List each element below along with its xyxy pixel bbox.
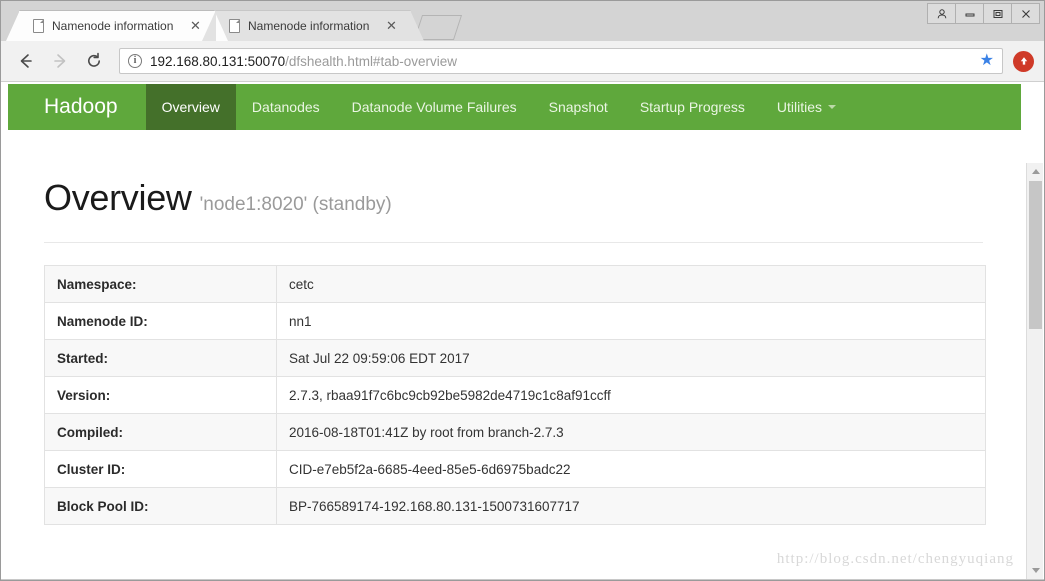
page-content: Hadoop Overview Datanodes Datanode Volum…: [8, 82, 1021, 580]
close-icon[interactable]: ✕: [383, 18, 399, 34]
nav-label: Datanodes: [251, 99, 320, 115]
table-cell-key: Namespace:: [44, 265, 277, 303]
table-cell-key: Started:: [44, 339, 277, 377]
browser-tab-1[interactable]: Namenode information ✕: [6, 10, 228, 41]
tab-strip: Namenode information ✕ Namenode informat…: [1, 1, 1044, 41]
table-row: Block Pool ID: BP-766589174-192.168.80.1…: [44, 487, 986, 525]
nav-label: Utilities: [776, 99, 822, 115]
nav-label: Snapshot: [548, 99, 608, 115]
window-bottom-edge: [1, 579, 1044, 580]
scrollbar-thumb[interactable]: [1029, 181, 1042, 329]
url-path: /dfshealth.html#tab-overview: [285, 53, 457, 69]
nav-item-overview[interactable]: Overview: [145, 84, 236, 130]
browser-toolbar: i 192.168.80.131:50070/dfshealth.html#ta…: [1, 41, 1044, 82]
title-divider: [44, 242, 983, 243]
vertical-scrollbar[interactable]: [1026, 163, 1043, 579]
page-body: Overview 'node1:8020' (standby) Namespace…: [8, 130, 1021, 580]
page-title: Overview 'node1:8020' (standby): [44, 177, 985, 219]
chevron-down-icon: [828, 105, 836, 109]
table-cell-value: nn1: [276, 302, 986, 340]
scroll-down-icon[interactable]: [1027, 562, 1044, 579]
url-host: 192.168.80.131:50070: [150, 53, 286, 69]
page-icon: [33, 18, 44, 33]
reload-icon[interactable]: [81, 48, 107, 74]
table-cell-key: Cluster ID:: [44, 450, 277, 488]
table-row: Cluster ID: CID-e7eb5f2a-6685-4eed-85e5-…: [44, 450, 986, 488]
forward-icon: [47, 48, 73, 74]
table-cell-value: BP-766589174-192.168.80.131-150073160771…: [276, 487, 986, 525]
close-icon[interactable]: ✕: [187, 18, 203, 34]
table-row: Namespace: cetc: [44, 265, 986, 303]
table-row: Version: 2.7.3, rbaa91f7c6bc9cb92be5982d…: [44, 376, 986, 414]
bookmark-star-icon[interactable]: ★: [980, 53, 994, 69]
table-row: Compiled: 2016-08-18T01:41Z by root from…: [44, 413, 986, 451]
user-icon[interactable]: [927, 3, 956, 24]
window-controls: [927, 3, 1040, 24]
scroll-up-icon[interactable]: [1027, 163, 1044, 180]
table-cell-key: Block Pool ID:: [44, 487, 277, 525]
table-cell-key: Compiled:: [44, 413, 277, 451]
table-cell-value: CID-e7eb5f2a-6685-4eed-85e5-6d6975badc22: [276, 450, 986, 488]
site-info-icon[interactable]: i: [128, 54, 142, 68]
page-icon: [229, 18, 240, 33]
page-subtitle: 'node1:8020' (standby): [199, 194, 392, 215]
nav-item-utilities[interactable]: Utilities: [761, 84, 852, 130]
table-cell-key: Namenode ID:: [44, 302, 277, 340]
nav-label: Datanode Volume Failures: [351, 99, 517, 115]
close-icon[interactable]: [1011, 3, 1040, 24]
nav-label: Startup Progress: [639, 99, 745, 115]
nav-item-datanode-volume-failures[interactable]: Datanode Volume Failures: [336, 84, 533, 130]
table-cell-value: 2016-08-18T01:41Z by root from branch-2.…: [276, 413, 986, 451]
tab-title: Namenode information: [52, 18, 174, 33]
tab-title: Namenode information: [248, 18, 370, 33]
table-cell-value: 2.7.3, rbaa91f7c6bc9cb92be5982de4719c1c8…: [276, 376, 986, 414]
table-cell-key: Version:: [44, 376, 277, 414]
nav-item-datanodes[interactable]: Datanodes: [236, 84, 336, 130]
brand-hadoop[interactable]: Hadoop: [8, 84, 146, 130]
table-cell-value: Sat Jul 22 09:59:06 EDT 2017: [276, 339, 986, 377]
table-cell-value: cetc: [276, 265, 986, 303]
url-text: 192.168.80.131:50070/dfshealth.html#tab-…: [150, 54, 457, 69]
address-bar[interactable]: i 192.168.80.131:50070/dfshealth.html#ta…: [119, 48, 1003, 74]
hadoop-navbar: Hadoop Overview Datanodes Datanode Volum…: [8, 84, 1021, 130]
back-icon[interactable]: [13, 48, 39, 74]
minimize-icon[interactable]: [955, 3, 984, 24]
page-title-text: Overview: [44, 177, 192, 218]
browser-tab-2[interactable]: Namenode information ✕: [202, 10, 424, 41]
table-row: Started: Sat Jul 22 09:59:06 EDT 2017: [44, 339, 986, 377]
extension-icon[interactable]: [1013, 50, 1034, 72]
nav-label: Overview: [161, 99, 220, 115]
maximize-icon[interactable]: [983, 3, 1012, 24]
nav-item-snapshot[interactable]: Snapshot: [533, 84, 624, 130]
nav-item-startup-progress[interactable]: Startup Progress: [624, 84, 761, 130]
page-viewport: Hadoop Overview Datanodes Datanode Volum…: [1, 82, 1044, 580]
browser-window: Namenode information ✕ Namenode informat…: [0, 0, 1045, 581]
table-row: Namenode ID: nn1: [44, 302, 986, 340]
overview-table: Namespace: cetc Namenode ID: nn1 Started…: [44, 265, 986, 525]
